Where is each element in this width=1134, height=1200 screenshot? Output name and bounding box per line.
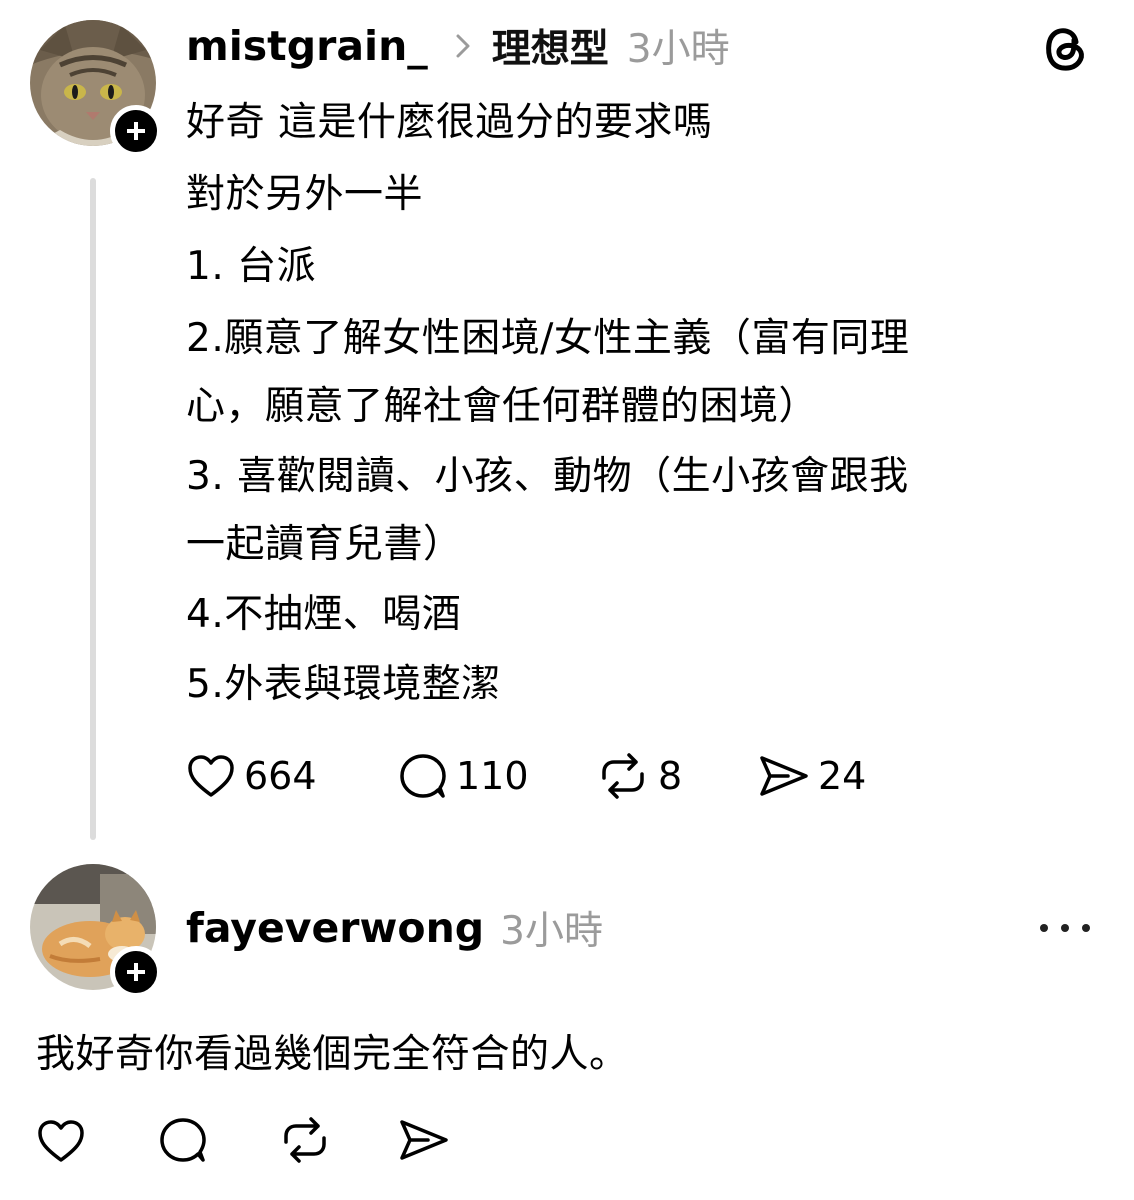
repost-icon[interactable] <box>278 1116 332 1164</box>
heart-icon[interactable] <box>36 1118 86 1164</box>
share-button[interactable]: 24 <box>758 752 866 800</box>
repost-button[interactable]: 8 <box>596 752 682 800</box>
like-count: 664 <box>244 754 317 798</box>
share-icon[interactable] <box>398 1116 450 1164</box>
post-header: mistgrain_ 理想型 3小時 <box>186 20 730 72</box>
comment-icon[interactable] <box>158 1116 208 1164</box>
like-button[interactable]: 664 <box>186 752 317 800</box>
threads-logo-icon[interactable] <box>1041 22 1089 74</box>
reply-count: 110 <box>456 754 529 798</box>
post-line: 3. 喜歡閱讀、小孩、動物（生小孩會跟我 <box>186 454 909 499</box>
chevron-right-icon <box>456 34 470 58</box>
comment-icon <box>400 754 446 798</box>
reply-button[interactable]: 110 <box>398 752 529 800</box>
reply-text: 我好奇你看過幾個完全符合的人。 <box>36 1032 629 1077</box>
repost-count: 8 <box>658 754 683 798</box>
thread-line <box>90 178 96 840</box>
reply-follow-button[interactable] <box>110 946 162 998</box>
heart-icon <box>188 755 234 797</box>
post-topic-tag[interactable]: 理想型 <box>492 18 609 74</box>
post-line: 對於另外一半 <box>186 172 424 217</box>
post-line: 好奇 這是什麼很過分的要求嗎 <box>186 100 713 145</box>
post-line: 心，願意了解社會任何群體的困境） <box>186 384 819 429</box>
reply-time: 3小時 <box>500 909 603 954</box>
post-time: 3小時 <box>626 27 730 72</box>
share-icon <box>760 756 808 796</box>
plus-icon <box>127 122 145 140</box>
reply-username[interactable]: fayeverwong <box>186 904 484 952</box>
post-line: 5.外表與環境整潔 <box>186 662 501 707</box>
post-line: 1. 台派 <box>186 244 317 289</box>
post-line: 4.不抽煙、喝酒 <box>186 592 462 637</box>
post-username[interactable]: mistgrain_ <box>186 22 428 70</box>
reply-header: fayeverwong 3小時 <box>186 902 603 954</box>
plus-icon <box>127 963 145 981</box>
more-options-button[interactable] <box>1040 920 1090 936</box>
share-count: 24 <box>818 754 867 798</box>
more-icon <box>1040 924 1090 932</box>
post-line: 2.願意了解女性困境/女性主義（富有同理 <box>186 316 910 361</box>
repost-icon <box>602 753 644 799</box>
post-line: 一起讀育兒書） <box>186 522 463 567</box>
follow-button[interactable] <box>110 105 162 157</box>
